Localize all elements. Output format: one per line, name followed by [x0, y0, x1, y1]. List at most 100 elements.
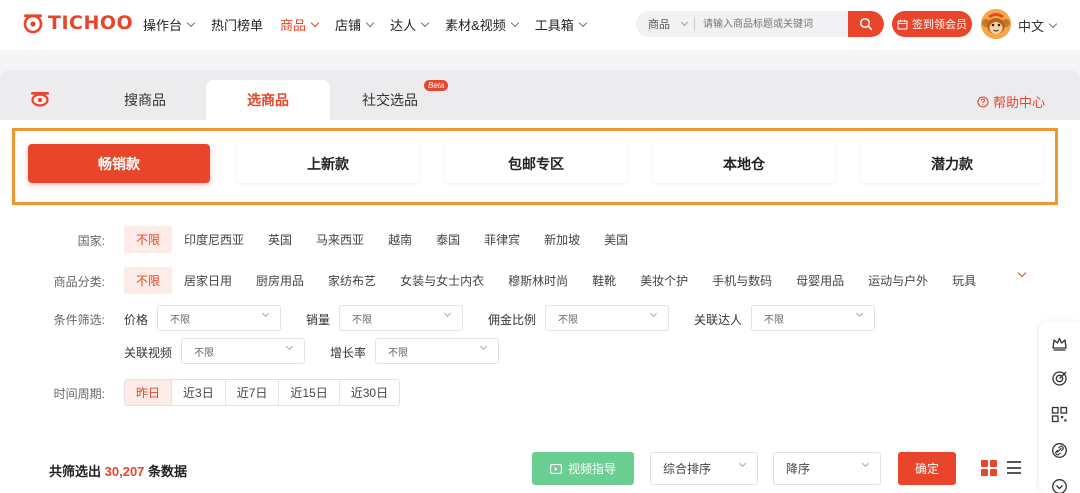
target-icon[interactable] — [1051, 370, 1068, 387]
country-option[interactable]: 马来西亚 — [304, 226, 376, 253]
sort-by-select[interactable]: 综合排序 — [650, 452, 758, 485]
category-option[interactable]: 家纺布艺 — [316, 267, 388, 294]
language-value: 中文 — [1018, 19, 1045, 34]
chevron-down-icon — [510, 18, 519, 28]
sales-select[interactable]: 不限 — [339, 305, 463, 331]
growth-rate-select[interactable]: 不限 — [375, 338, 499, 364]
nav-item-hot-list[interactable]: 热门榜单 — [211, 15, 263, 34]
list-view-icon[interactable] — [1007, 461, 1021, 474]
country-options: 不限 印度尼西亚 英国 马来西亚 越南 泰国 菲律宾 新加坡 美国 — [124, 226, 640, 253]
category-option[interactable]: 不限 — [124, 267, 173, 294]
tab-select-products[interactable]: 选商品 — [206, 80, 330, 120]
chevron-down-icon — [420, 18, 430, 28]
country-option[interactable]: 越南 — [376, 226, 424, 253]
category-option[interactable]: 运动与户外 — [856, 267, 940, 294]
chevron-down-icon — [479, 342, 488, 351]
category-option[interactable]: 女装与女士内衣 — [388, 267, 496, 294]
chevron-down-icon — [855, 309, 864, 318]
language-select[interactable]: 中文 — [1018, 16, 1058, 35]
sign-in-vip-label: 签到领会员 — [912, 19, 967, 31]
side-toolbar — [1039, 322, 1080, 493]
search-icon — [859, 17, 873, 31]
search-type-select[interactable]: 商品 — [636, 11, 694, 37]
country-option[interactable]: 不限 — [124, 226, 173, 253]
commission-select[interactable]: 不限 — [545, 305, 669, 331]
commission-label: 佣金比例 — [488, 313, 537, 327]
related-influencer-select[interactable]: 不限 — [751, 305, 875, 331]
help-center-label: 帮助中心 — [993, 95, 1046, 110]
period-option[interactable]: 昨日 — [125, 380, 173, 405]
country-option[interactable]: 泰国 — [424, 226, 472, 253]
country-option[interactable]: 菲律宾 — [472, 226, 532, 253]
related-video-label: 关联视频 — [124, 346, 173, 360]
nav-item-dashboard[interactable]: 操作台 — [143, 15, 196, 34]
chevron-down-icon — [443, 309, 452, 318]
period-option[interactable]: 近30日 — [340, 380, 399, 405]
period-option[interactable]: 近3日 — [172, 380, 226, 405]
help-center-link[interactable]: 帮助中心 — [977, 92, 1045, 111]
nav-item-shops[interactable]: 店铺 — [335, 15, 375, 34]
chevron-down-icon[interactable] — [1051, 478, 1068, 493]
logo-text: TICHOO — [48, 12, 134, 34]
category-label: 潜力款 — [931, 155, 973, 172]
period-option[interactable]: 近7日 — [226, 380, 280, 405]
help-icon — [977, 95, 989, 108]
chevron-down-icon — [1048, 19, 1058, 29]
category-option[interactable]: 穆斯林时尚 — [496, 267, 580, 294]
sales-label: 销量 — [306, 313, 331, 327]
category-option[interactable]: 居家日用 — [172, 267, 244, 294]
confirm-button[interactable]: 确定 — [898, 452, 956, 485]
category-option[interactable]: 鞋靴 — [580, 267, 628, 294]
category-label: 包邮专区 — [508, 155, 564, 172]
tab-label: 社交选品 — [362, 92, 418, 108]
result-count: 共筛选出 30,207 条数据 — [49, 461, 187, 480]
chevron-down-icon — [578, 18, 588, 28]
nav-item-products[interactable]: 商品 — [280, 15, 320, 34]
nav-item-label: 达人 — [390, 18, 417, 33]
search-input[interactable] — [695, 11, 848, 37]
grid-view-icon[interactable] — [981, 460, 997, 476]
nav-item-influencers[interactable]: 达人 — [390, 15, 430, 34]
category-free-shipping[interactable]: 包邮专区 — [445, 144, 627, 183]
country-option[interactable]: 印度尼西亚 — [172, 226, 256, 253]
category-option[interactable]: 美妆个护 — [628, 267, 700, 294]
avatar[interactable] — [981, 9, 1011, 39]
logo[interactable]: TICHOO — [22, 12, 133, 34]
country-option[interactable]: 新加坡 — [532, 226, 592, 253]
monkey-avatar-icon — [981, 9, 1011, 39]
category-local-warehouse[interactable]: 本地仓 — [653, 144, 835, 183]
chevron-down-icon — [261, 309, 270, 318]
select-value: 不限 — [764, 314, 784, 326]
country-option[interactable]: 美国 — [592, 226, 640, 253]
nav-item-label: 店铺 — [335, 18, 362, 33]
category-option[interactable]: 玩具 — [940, 267, 988, 294]
select-value: 不限 — [558, 314, 578, 326]
video-guide-button[interactable]: 视频指导 — [532, 452, 634, 485]
chevron-down-icon — [186, 18, 196, 28]
category-new-arrivals[interactable]: 上新款 — [237, 144, 419, 183]
category-option[interactable]: 手机与数码 — [700, 267, 784, 294]
link-icon[interactable] — [1051, 442, 1068, 459]
category-bestsellers[interactable]: 畅销款 — [28, 144, 210, 183]
category-label: 畅销款 — [98, 155, 140, 172]
sort-order-select[interactable]: 降序 — [773, 452, 881, 485]
qrcode-icon[interactable] — [1051, 406, 1068, 423]
country-option[interactable]: 英国 — [256, 226, 304, 253]
calendar-icon — [897, 19, 908, 30]
price-select[interactable]: 不限 — [157, 305, 281, 331]
select-value: 不限 — [194, 347, 214, 359]
crown-icon[interactable] — [1051, 335, 1068, 352]
category-option[interactable]: 母婴用品 — [784, 267, 856, 294]
nav-item-label: 工具箱 — [534, 18, 574, 33]
product-category-label: 商品分类: — [53, 275, 105, 289]
nav-item-materials-videos[interactable]: 素材&视频 — [445, 15, 519, 34]
category-potential[interactable]: 潜力款 — [861, 144, 1043, 183]
related-video-select[interactable]: 不限 — [181, 338, 305, 364]
tab-search-products[interactable]: 搜商品 — [95, 80, 195, 120]
sign-in-vip-button[interactable]: 签到领会员 — [892, 11, 972, 37]
search-button[interactable] — [848, 11, 884, 37]
nav-item-toolbox[interactable]: 工具箱 — [534, 15, 588, 34]
select-value: 不限 — [352, 314, 372, 326]
period-option[interactable]: 近15日 — [279, 380, 340, 405]
category-option[interactable]: 厨房用品 — [244, 267, 316, 294]
